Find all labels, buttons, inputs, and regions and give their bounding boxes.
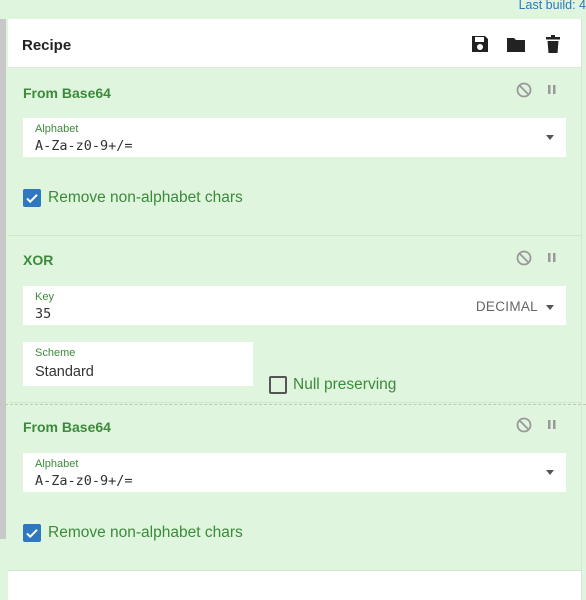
alphabet-label: Alphabet [35, 123, 79, 135]
alphabet-value[interactable]: A-Za-z0-9+/= [35, 138, 133, 154]
recipe-panel: Recipe From Base64 Alphabet A-Za-z0-9+/=… [8, 19, 582, 600]
alphabet-field[interactable]: Alphabet A-Za-z0-9+/= [23, 118, 566, 157]
breakpoint-icon[interactable] [543, 249, 561, 267]
left-scroll-strip [0, 19, 6, 539]
key-format-dropdown[interactable]: DECIMAL [476, 299, 538, 314]
remove-non-alphabet-checkbox[interactable] [23, 524, 41, 542]
key-field[interactable]: Key 35 DECIMAL [23, 286, 566, 325]
null-preserving-label[interactable]: Null preserving [293, 376, 396, 394]
top-bar: Last build: 4 [0, 0, 586, 19]
operation-from-base64-2: From Base64 Alphabet A-Za-z0-9+/= Remove… [8, 403, 581, 571]
alphabet-field[interactable]: Alphabet A-Za-z0-9+/= [23, 453, 566, 492]
key-label: Key [35, 291, 54, 303]
disable-icon[interactable] [515, 249, 533, 267]
save-icon[interactable] [469, 33, 491, 55]
disable-icon[interactable] [515, 81, 533, 99]
null-preserving-checkbox[interactable] [269, 376, 287, 394]
disable-icon[interactable] [515, 416, 533, 434]
key-value[interactable]: 35 [35, 306, 51, 322]
trash-icon[interactable] [542, 33, 564, 55]
recipe-title: Recipe [22, 37, 72, 54]
remove-non-alphabet-checkbox[interactable] [23, 189, 41, 207]
operation-from-base64-1: From Base64 Alphabet A-Za-z0-9+/= Remove… [8, 68, 581, 236]
last-build-text[interactable]: Last build: 4 [519, 0, 586, 12]
operation-xor: XOR Key 35 DECIMAL Scheme Standard Null … [8, 236, 581, 403]
scheme-label: Scheme [35, 347, 76, 359]
caret-down-icon[interactable] [546, 135, 554, 140]
recipe-header: Recipe [8, 19, 581, 68]
operation-title: XOR [23, 252, 54, 268]
caret-down-icon[interactable] [546, 305, 554, 310]
folder-icon[interactable] [505, 33, 527, 55]
remove-non-alphabet-label[interactable]: Remove non-alphabet chars [48, 189, 243, 207]
operation-title: From Base64 [23, 85, 111, 101]
operation-title: From Base64 [23, 419, 111, 435]
remove-non-alphabet-label[interactable]: Remove non-alphabet chars [48, 524, 243, 542]
scheme-value[interactable]: Standard [35, 364, 94, 380]
breakpoint-icon[interactable] [543, 81, 561, 99]
drop-separator [0, 404, 586, 405]
breakpoint-icon[interactable] [543, 416, 561, 434]
scheme-field[interactable]: Scheme Standard [23, 342, 253, 386]
caret-down-icon[interactable] [546, 470, 554, 475]
alphabet-label: Alphabet [35, 458, 79, 470]
alphabet-value[interactable]: A-Za-z0-9+/= [35, 473, 133, 489]
